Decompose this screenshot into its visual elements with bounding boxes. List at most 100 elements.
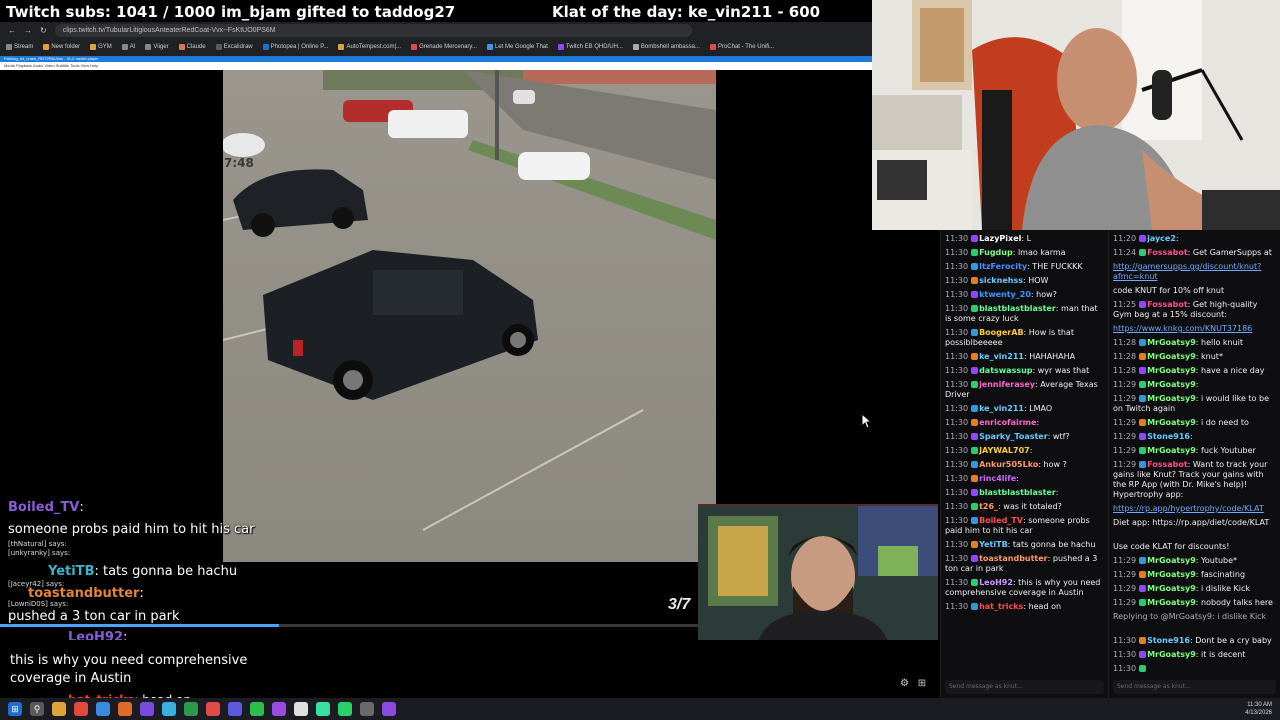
message-username[interactable]: MrGoatsy9 xyxy=(1147,556,1196,565)
chat-message[interactable]: 11:30 Stone916: Dont be a cry baby xyxy=(1113,636,1276,646)
message-username[interactable]: jenniferasey xyxy=(979,380,1035,389)
message-username[interactable]: Stone916 xyxy=(1147,636,1190,645)
message-text[interactable]: https://www.knkg.com/KNUT37186 xyxy=(1113,324,1252,333)
chat-message[interactable]: 11:30 toastandbutter: pushed a 3 ton car … xyxy=(945,554,1104,574)
url-bar[interactable]: clips.twitch.tv/TubularLitigiousAnteater… xyxy=(54,23,692,37)
bookmark-item[interactable]: ProChat - The Unifi... xyxy=(709,44,774,50)
chat-message[interactable]: 11:28 MrGoatsy9: have a nice day xyxy=(1113,366,1276,376)
message-username[interactable]: Stone916 xyxy=(1147,432,1190,441)
message-username[interactable]: Fossabot xyxy=(1147,248,1188,257)
message-username[interactable]: MrGoatsy9 xyxy=(1147,446,1196,455)
popout-icon[interactable]: ⊞ xyxy=(918,678,926,689)
chat-message[interactable]: 11:25 Fossabot: Get high-quality Gym bag … xyxy=(1113,300,1276,320)
chat-message[interactable]: 11:29 MrGoatsy9: fuck Youtuber xyxy=(1113,446,1276,456)
chat-message[interactable]: 11:30 t26_: was it totaled? xyxy=(945,502,1104,512)
message-username[interactable]: jayce2 xyxy=(1147,234,1176,243)
app-icon[interactable] xyxy=(360,702,374,716)
app-icon[interactable] xyxy=(250,702,264,716)
chat-message[interactable]: 11:28 MrGoatsy9: hello knuit xyxy=(1113,338,1276,348)
chat-message[interactable]: 11:29 MrGoatsy9: i do need to xyxy=(1113,418,1276,428)
bookmark-item[interactable]: Photopea | Online P... xyxy=(262,44,328,50)
chat-message[interactable]: 11:30 ktwenty_20: how? xyxy=(945,290,1104,300)
message-username[interactable]: MrGoatsy9 xyxy=(1147,366,1196,375)
message-username[interactable]: t26_ xyxy=(979,502,998,511)
message-username[interactable]: MrGoatsy9 xyxy=(1147,598,1196,607)
chat-message[interactable]: 11:28 MrGoatsy9: knut* xyxy=(1113,352,1276,362)
vlc-icon[interactable] xyxy=(118,702,132,716)
bookmark-item[interactable]: Claude xyxy=(178,44,206,50)
chat-message[interactable]: 11:30 jenniferasey: Average Texas Driver xyxy=(945,380,1104,400)
message-text[interactable]: https://rp.app/hypertrophy/code/KLAT xyxy=(1113,504,1264,513)
chat-message[interactable]: 11:29 Fossabot: Want to track your gains … xyxy=(1113,460,1276,500)
message-username[interactable]: datswassup xyxy=(979,366,1032,375)
chat-message[interactable]: 11:29 MrGoatsy9: xyxy=(1113,380,1276,390)
message-username[interactable]: ke_vin211 xyxy=(979,352,1024,361)
chat-message[interactable]: 11:24 Fossabot: Get GamerSupps at xyxy=(1113,248,1276,258)
app-icon[interactable] xyxy=(184,702,198,716)
message-username[interactable]: hat_tricks xyxy=(979,602,1023,611)
chat-message[interactable]: 11:29 MrGoatsy9: i would like to be on Tw… xyxy=(1113,394,1276,414)
message-username[interactable]: Ankur505Lko xyxy=(979,460,1038,469)
chat-message[interactable]: 11:30 blastblastblaster: man that is some… xyxy=(945,304,1104,324)
whatsapp-icon[interactable] xyxy=(338,702,352,716)
message-username[interactable]: MrGoatsy9 xyxy=(1147,338,1196,347)
message-username[interactable]: LazyPixel xyxy=(979,234,1021,243)
message-username[interactable]: LeoH92 xyxy=(979,578,1013,587)
chat-message[interactable]: 11:29 MrGoatsy9: nobody talks here xyxy=(1113,598,1276,608)
message-username[interactable]: JAYWAL707 xyxy=(979,446,1030,455)
taskbar-clock[interactable]: 11:30 AM 4/13/2026 xyxy=(1245,701,1272,717)
windows-start-icon[interactable]: ⊞ xyxy=(8,702,22,716)
chat-message[interactable]: 11:30 ItzFerocity: THE FUCKKK xyxy=(945,262,1104,272)
message-username[interactable]: toastandbutter xyxy=(979,554,1048,563)
bookmark-item[interactable]: AI xyxy=(121,44,135,50)
message-username[interactable]: blastblastblaster xyxy=(979,304,1056,313)
chat-message[interactable]: code KNUT for 10% off knut xyxy=(1113,286,1276,296)
chat-message[interactable]: 11:30 Fugdup: lmao karma xyxy=(945,248,1104,258)
message-username[interactable]: ktwenty_20 xyxy=(979,290,1031,299)
chat-message[interactable]: Replying to @MrGoatsy9: i dislike Kick xyxy=(1113,612,1276,622)
app-icon[interactable] xyxy=(294,702,308,716)
chat-message[interactable]: Diet app: https://rp.app/diet/code/KLAT xyxy=(1113,518,1276,528)
message-username[interactable]: MrGoatsy9 xyxy=(1147,418,1196,427)
chat-input-main[interactable]: Send message as knut... xyxy=(945,680,1104,694)
chat-message[interactable]: 11:29 MrGoatsy9: i dislike Kick xyxy=(1113,584,1276,594)
settings-gear-icon[interactable]: ⚙ xyxy=(900,678,909,689)
chat-message[interactable]: 11:20 jayce2: xyxy=(1113,234,1276,244)
chat-message[interactable]: 11:30 sicknehss: HOW xyxy=(945,276,1104,286)
bookmark-item[interactable]: AutoTempest.com|... xyxy=(338,44,401,50)
bookmark-item[interactable]: Viiger xyxy=(145,44,169,50)
app-icon[interactable] xyxy=(74,702,88,716)
chat-message[interactable]: http://gamersupps.gg/discount/knut?afmc=… xyxy=(1113,262,1276,282)
message-username[interactable]: MrGoatsy9 xyxy=(1147,570,1196,579)
chat-message[interactable]: 11:30 ke_vin211: LMAO xyxy=(945,404,1104,414)
chat-message[interactable]: 11:30 rinc4life: xyxy=(945,474,1104,484)
chat-message[interactable]: 11:29 MrGoatsy9: Youtube* xyxy=(1113,556,1276,566)
app-icon[interactable] xyxy=(162,702,176,716)
chat-message[interactable]: https://rp.app/hypertrophy/code/KLAT xyxy=(1113,504,1276,514)
message-text[interactable]: http://gamersupps.gg/discount/knut?afmc=… xyxy=(1113,262,1261,281)
forward-icon[interactable]: → xyxy=(24,26,32,35)
message-username[interactable]: Sparky_Toaster xyxy=(979,432,1048,441)
message-username[interactable]: Fugdup xyxy=(979,248,1013,257)
chat-message[interactable]: 11:30 blastblastblaster: xyxy=(945,488,1104,498)
chat-message[interactable]: 11:30 Sparky_Toaster: wtf? xyxy=(945,432,1104,442)
chat-message[interactable]: 11:30 enricofairme: xyxy=(945,418,1104,428)
message-username[interactable]: MrGoatsy9 xyxy=(1147,584,1196,593)
message-username[interactable]: BoogerAB xyxy=(979,328,1023,337)
message-username[interactable]: ItzFerocity xyxy=(979,262,1027,271)
message-username[interactable]: Fossabot xyxy=(1147,460,1188,469)
chat-message[interactable]: 11:30 LazyPixel: L xyxy=(945,234,1104,244)
chat-message[interactable]: 11:30 LeoH92: this is why you need compre… xyxy=(945,578,1104,598)
bookmark-item[interactable]: Grenade Mercenary... xyxy=(411,44,477,50)
message-username[interactable]: Boiled_TV xyxy=(979,516,1023,525)
app-icon[interactable] xyxy=(316,702,330,716)
chat-message[interactable]: 11:30 JAYWAL707: xyxy=(945,446,1104,456)
chat-message[interactable]: Use code KLAT for discounts! xyxy=(1113,542,1276,552)
bookmark-item[interactable]: Twitch EB QHD/UH... xyxy=(557,44,623,50)
chat-message[interactable]: 11:30 MrGoatsy9: it is decent xyxy=(1113,650,1276,660)
bookmark-item[interactable]: Bombshell ambassa... xyxy=(632,44,700,50)
message-username[interactable]: MrGoatsy9 xyxy=(1147,650,1196,659)
app-icon[interactable] xyxy=(272,702,286,716)
bookmark-item[interactable]: Excalidraw xyxy=(215,44,253,50)
bookmark-item[interactable]: Stream xyxy=(6,44,33,50)
